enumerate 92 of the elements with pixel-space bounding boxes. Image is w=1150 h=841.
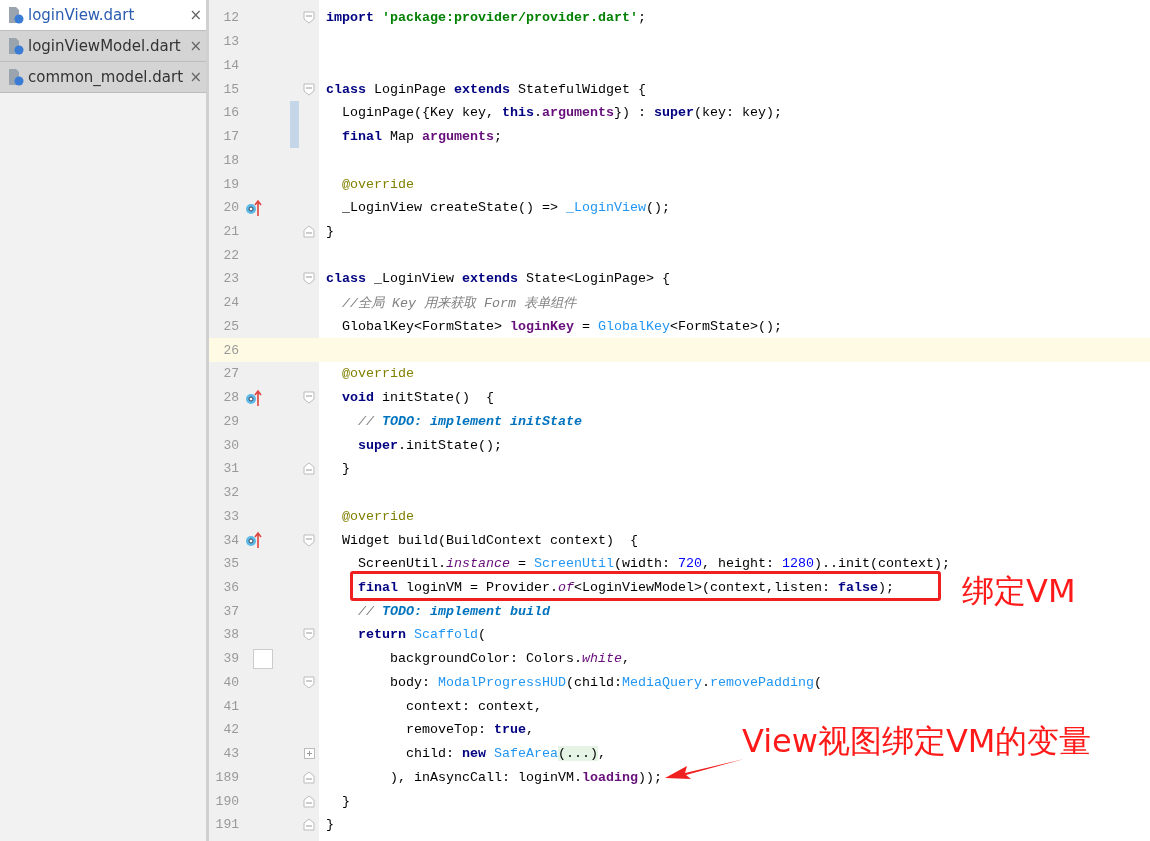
close-icon[interactable]: ×: [189, 68, 202, 86]
dart-file-icon: [8, 37, 24, 55]
fold-icon[interactable]: [303, 82, 315, 96]
code-line: Widget build(BuildContext context) {: [341, 532, 638, 548]
line-number: 23: [222, 271, 239, 287]
code-line: class _LoginView extends State<LoginPage> {: [325, 271, 670, 287]
code-line: }: [325, 817, 334, 833]
line-number: 18: [222, 152, 239, 168]
file-tab[interactable]: common_model.dart ×: [0, 62, 206, 93]
code-line: }: [325, 223, 334, 239]
fold-icon[interactable]: [303, 794, 315, 808]
code-line: @override: [341, 176, 414, 192]
line-number: 37: [222, 603, 239, 619]
color-swatch[interactable]: [253, 648, 273, 669]
code-line: final Map arguments;: [341, 129, 502, 145]
code-line: class LoginPage extends StatefulWidget {: [325, 81, 646, 97]
code-line: import 'package:provider/provider.dart';: [325, 10, 646, 26]
line-number: 26: [222, 342, 239, 358]
line-number: 12: [222, 10, 239, 26]
fold-icon[interactable]: [303, 11, 315, 25]
line-number: 43: [222, 746, 239, 762]
fold-icon[interactable]: [303, 675, 315, 689]
line-number: 35: [222, 556, 239, 572]
line-number: 42: [222, 722, 239, 738]
line-number: 27: [222, 366, 239, 382]
annotation-label: View视图绑定VM的变量: [742, 720, 1092, 762]
code-line: ScreenUtil.instance = ScreenUtil(width: 720, height: 1280)..init(context);: [357, 556, 950, 572]
code-line: body: ModalProgressHUD(child:MediaQuery.removePadding(: [389, 674, 822, 690]
code-line: @override: [341, 366, 414, 382]
line-number: 24: [222, 295, 239, 311]
line-number: 189: [214, 769, 239, 785]
file-tab[interactable]: loginView.dart ×: [0, 0, 206, 31]
line-number: 22: [222, 247, 239, 263]
file-tab[interactable]: loginViewModel.dart ×: [0, 31, 206, 62]
fold-icon[interactable]: [303, 770, 315, 784]
line-number: 40: [222, 674, 239, 690]
line-number: 39: [222, 651, 239, 667]
code-line: super.initState();: [357, 437, 502, 453]
line-number: 14: [222, 57, 239, 73]
code-line: final loginVM = Provider.of<LoginViewModel>(context,listen: false);: [357, 580, 894, 595]
code-line: GlobalKey<FormState> loginKey = GlobalKey<FormState>();: [341, 318, 782, 334]
code-line: child: new SafeArea(...),: [404, 746, 606, 762]
close-icon[interactable]: ×: [189, 37, 202, 55]
fold-icon[interactable]: [303, 462, 315, 476]
line-number: 36: [222, 580, 239, 595]
fold-icon[interactable]: [303, 533, 315, 547]
code-line: // TODO: implement build: [357, 603, 550, 619]
code-line: void initState() {: [341, 390, 494, 406]
fold-icon[interactable]: [303, 391, 315, 405]
expand-icon[interactable]: [303, 748, 315, 760]
line-number: 19: [222, 176, 239, 192]
fold-icon[interactable]: [303, 272, 315, 286]
code-line: return Scaffold(: [357, 627, 486, 643]
fold-icon[interactable]: [303, 224, 315, 238]
line-number: 20: [222, 200, 239, 216]
code-line: //全局 Key 用来获取 Form 表单组件: [341, 294, 576, 312]
line-number: 28: [222, 390, 239, 406]
line-number: 13: [222, 34, 239, 50]
annotation-label: 绑定VM: [962, 570, 1076, 612]
line-number: 38: [222, 627, 239, 643]
line-number: 17: [222, 129, 239, 145]
code-line: }: [341, 793, 350, 809]
line-number: 34: [222, 532, 239, 548]
code-line: @override: [341, 508, 414, 524]
dart-file-icon: [8, 68, 24, 86]
close-icon[interactable]: ×: [189, 6, 202, 24]
line-number: 190: [214, 793, 239, 809]
override-icon[interactable]: [245, 198, 263, 217]
line-number: 191: [214, 817, 239, 833]
code-line: }: [341, 461, 350, 477]
line-number: 16: [222, 105, 239, 121]
code-line: ), inAsyncCall: loginVM.loading));: [389, 769, 662, 785]
line-number: 30: [222, 437, 239, 453]
code-line: backgroundColor: Colors.white,: [389, 651, 630, 667]
line-number: 41: [222, 698, 239, 714]
code-line: LoginPage({Key key, this.arguments}) : super(key: key);: [341, 105, 782, 121]
line-number: 21: [222, 223, 239, 239]
code-line: _LoginView createState() => _LoginView();: [341, 200, 670, 216]
line-number: 32: [222, 485, 239, 501]
code-line: // TODO: implement initState: [357, 413, 582, 429]
override-icon[interactable]: [245, 531, 263, 549]
dart-file-icon: [8, 6, 24, 24]
fold-icon[interactable]: [303, 818, 315, 832]
line-number: 15: [222, 81, 239, 97]
line-number: 33: [222, 508, 239, 524]
fold-icon[interactable]: [303, 628, 315, 642]
line-number: 25: [222, 318, 239, 334]
code-line: removeTop: true,: [404, 722, 534, 738]
line-number: 31: [222, 461, 239, 477]
override-icon[interactable]: [245, 388, 263, 407]
code-line: context: context,: [404, 698, 542, 714]
line-number: 29: [222, 413, 239, 429]
